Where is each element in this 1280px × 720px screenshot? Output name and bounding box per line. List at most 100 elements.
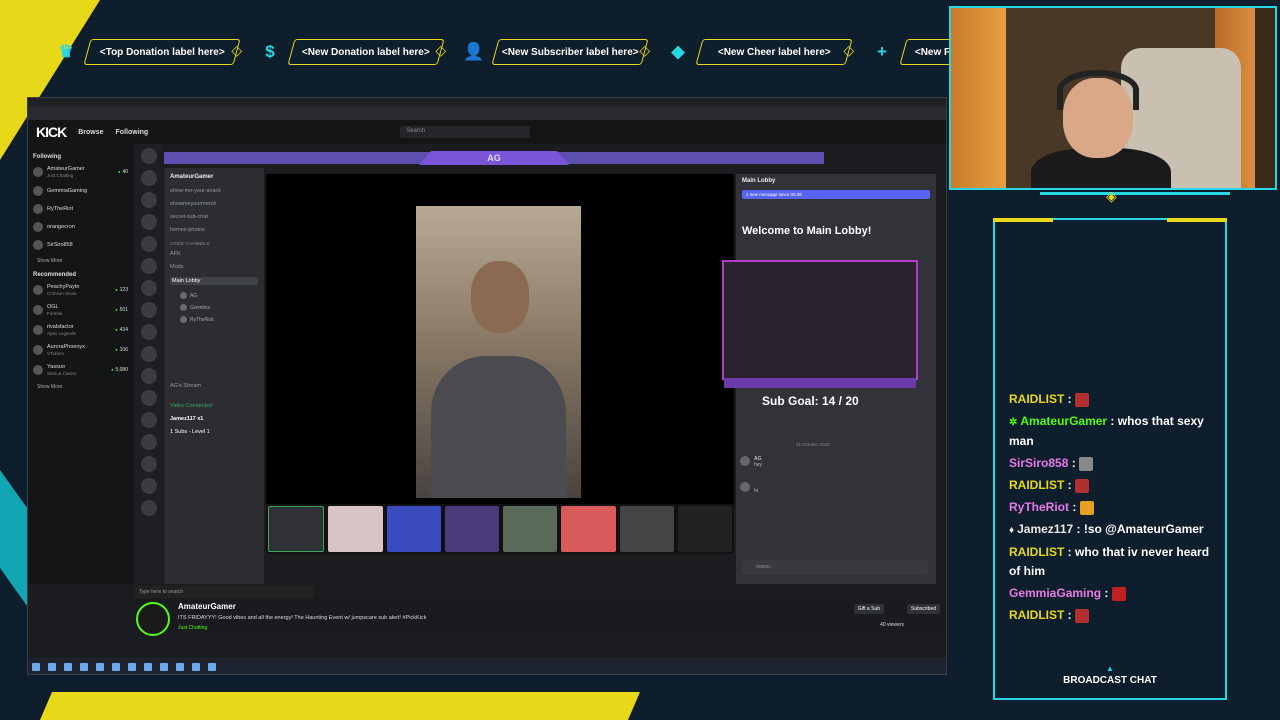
chat-message-list: RAIDLIST : ✲ AmateurGamer : whos that sex… [1009, 390, 1219, 628]
sidebar-channel[interactable]: orangecron [33, 221, 128, 232]
following-heading: Following [33, 154, 61, 160]
chat-username[interactable]: AmateurGamer [1020, 414, 1107, 428]
server-icon[interactable] [141, 390, 157, 406]
channel-item[interactable]: AG's Stream [170, 383, 258, 389]
taskbar-search[interactable]: Type here to search [134, 586, 314, 598]
windows-start-icon[interactable] [32, 663, 40, 671]
taskbar-app-icon[interactable] [160, 663, 168, 671]
participant-thumb[interactable] [619, 506, 674, 552]
chat-username[interactable]: SirSiro858 [1009, 456, 1068, 470]
taskbar-app-icon[interactable] [64, 663, 72, 671]
chat-username[interactable]: GemmiaGaming [1009, 586, 1101, 600]
server-icon[interactable] [141, 302, 157, 318]
taskbar-app-icon[interactable] [144, 663, 152, 671]
taskbar-app-icon[interactable] [112, 663, 120, 671]
chat-username[interactable]: RAIDLIST [1009, 545, 1064, 559]
server-icon[interactable] [141, 434, 157, 450]
chat-username[interactable]: RyTheRiot [1009, 500, 1069, 514]
server-icon[interactable] [141, 148, 157, 164]
participant-thumb[interactable] [268, 506, 325, 552]
gift-sub-button[interactable]: Gift a Sub [853, 604, 884, 614]
nav-following[interactable]: Following [116, 129, 149, 136]
show-more-recommended[interactable]: Show More [37, 384, 128, 390]
server-icon[interactable] [141, 258, 157, 274]
plus-icon: + [877, 42, 887, 61]
participant-thumb[interactable] [503, 506, 558, 552]
taskbar-app-icon[interactable] [192, 663, 200, 671]
sidebar-channel[interactable]: AuroraPhoenyxVTubers 106 [33, 344, 128, 356]
taskbar-app-icon[interactable] [48, 663, 56, 671]
channel-item[interactable]: homes-photos [170, 227, 258, 233]
participant-thumb[interactable] [386, 506, 441, 552]
server-icon[interactable] [141, 500, 157, 516]
windows-taskbar [28, 658, 946, 674]
alert-label: <Top Donation label here> [83, 39, 241, 65]
server-icon[interactable] [141, 214, 157, 230]
taskbar-app-icon[interactable] [208, 663, 216, 671]
voice-channel[interactable]: AFK [170, 251, 258, 257]
server-icon[interactable] [141, 192, 157, 208]
server-icon[interactable] [141, 478, 157, 494]
emote-icon [1079, 500, 1094, 515]
webcam-divider [1040, 188, 1230, 205]
server-icon[interactable] [141, 368, 157, 384]
server-icon[interactable] [141, 346, 157, 362]
sidebar-channel[interactable]: RyTheRiot [33, 203, 128, 214]
taskbar-app-icon[interactable] [96, 663, 104, 671]
new-message-banner[interactable]: 1 new message since 00:38 [742, 190, 930, 199]
alert-slot: $ <New Donation label here> [259, 39, 445, 65]
channel-item[interactable]: showmeyourmerch [170, 201, 258, 207]
participant-thumb[interactable] [561, 506, 616, 552]
chat-username[interactable]: RAIDLIST [1009, 608, 1064, 622]
chat-header: Main Lobby [742, 178, 776, 184]
channel-item[interactable]: show-me-your-snack [170, 188, 258, 194]
server-icon[interactable] [141, 236, 157, 252]
kick-search-input[interactable]: Search [400, 126, 531, 138]
video-connected-status: Video Connected [170, 403, 213, 409]
headset-icon [1057, 70, 1139, 110]
server-icon[interactable] [141, 324, 157, 340]
chat-username[interactable]: Jamez117 [1017, 522, 1073, 536]
discord-message-input[interactable]: ooooo [742, 560, 928, 574]
sidebar-channel[interactable]: rivalsfactorApex Legends 434 [33, 324, 128, 336]
sidebar-channel[interactable]: PeachyPaytnCrimson Snow 123 [33, 284, 128, 296]
sidebar-channel[interactable]: YassuoSlots & Casino 5,080 [33, 364, 128, 376]
chat-username[interactable]: RAIDLIST [1009, 392, 1064, 406]
server-icon[interactable] [141, 456, 157, 472]
emote-icon [1075, 392, 1090, 407]
viewer-count: 40 [118, 169, 128, 175]
avatar [33, 364, 43, 375]
nav-browse[interactable]: Browse [78, 129, 103, 136]
taskbar-app-icon[interactable] [80, 663, 88, 671]
server-icon[interactable] [141, 412, 157, 428]
voice-channel[interactable]: Mods [170, 264, 258, 270]
sidebar-channel[interactable]: SirSiro858 [33, 239, 128, 250]
participant-thumb[interactable] [677, 506, 732, 552]
channel-item[interactable]: secret-sub-chat [170, 214, 258, 220]
show-more-following[interactable]: Show More [37, 258, 128, 264]
avatar [180, 292, 187, 299]
taskbar-app-icon[interactable] [128, 663, 136, 671]
streamer-avatar[interactable] [136, 602, 170, 636]
taskbar-app-icon[interactable] [176, 663, 184, 671]
voice-user: AG [180, 292, 258, 299]
voice-channel-active[interactable]: Main Lobby [170, 277, 258, 285]
sidebar-channel[interactable]: AmateurGamerJust Chatting 40 [33, 166, 128, 178]
kick-logo[interactable]: KICK [36, 124, 67, 140]
avatar [180, 316, 187, 323]
server-name[interactable]: AmateurGamer [170, 174, 258, 180]
participant-thumb[interactable] [444, 506, 499, 552]
viewer-count: 434 [115, 327, 128, 333]
chat-username[interactable]: RAIDLIST [1009, 478, 1064, 492]
participant-thumb[interactable] [328, 506, 383, 552]
sidebar-channel[interactable]: GemmiaGaming [33, 185, 128, 196]
viewer-count: 40 viewers [880, 622, 904, 628]
subscribed-button[interactable]: Subscribed [906, 604, 940, 614]
avatar [740, 456, 750, 466]
server-icon[interactable] [141, 170, 157, 186]
streamer-name[interactable]: AmateurGamer [178, 602, 236, 611]
server-icon[interactable] [141, 280, 157, 296]
stream-category[interactable]: Just Chatting [178, 625, 207, 631]
sidebar-channel[interactable]: OGLFortnite 501 [33, 304, 128, 316]
browser-tabbar [28, 98, 946, 106]
